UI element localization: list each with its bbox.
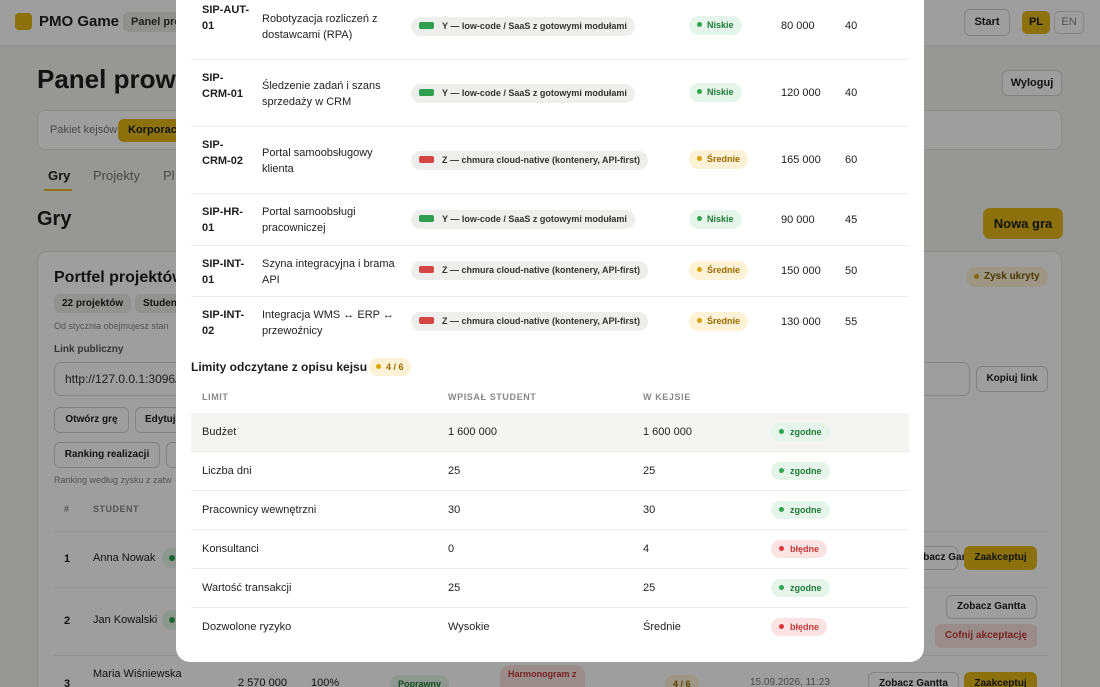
limit-row: Pracownicy wewnętrzni 30 30 zgodne xyxy=(191,491,909,530)
student-value: 1 600 000 xyxy=(448,426,497,438)
system-cost: 90 000 xyxy=(781,214,815,226)
system-cost: 130 000 xyxy=(781,316,821,328)
risk-badge: Niskie xyxy=(689,83,742,102)
limit-name: Budżet xyxy=(202,426,237,438)
status-badge: zgodne xyxy=(771,423,830,441)
status-dot-icon xyxy=(376,364,381,370)
architecture-badge: Y — low-code / SaaS z gotowymi modułami xyxy=(411,17,635,36)
table-row: SIP-INT-01 Szyna integracyjna i brama AP… xyxy=(191,246,909,297)
limit-row: Konsultanci 0 4 błędne xyxy=(191,530,909,569)
limits-title: Limity odczytane z opisu kejsu xyxy=(191,360,368,374)
architecture-badge: Z — chmura cloud-native (kontenery, API-… xyxy=(411,261,649,280)
table-row: SIP-HR-01 Portal samoobsługi pracownicze… xyxy=(191,194,909,246)
student-value: 25 xyxy=(448,582,461,594)
architecture-badge: Y — low-code / SaaS z gotowymi modułami xyxy=(411,210,635,229)
system-description: Portal samoobsługi pracowniczej xyxy=(262,206,356,234)
system-cost: 80 000 xyxy=(781,20,815,32)
architecture-badge: Y — low-code / SaaS z gotowymi modułami xyxy=(411,84,635,103)
status-dot-icon xyxy=(779,624,784,630)
case-value: 25 xyxy=(643,582,656,594)
status-badge: zgodne xyxy=(771,462,830,480)
student-value: Wysokie xyxy=(448,621,490,633)
system-days: 60 xyxy=(845,154,858,166)
system-code: SIP-INT-02 xyxy=(202,309,245,337)
table-row: SIP-INT-02 Integracja WMS ↔ ERP ↔ przewo… xyxy=(191,297,909,349)
student-value: 25 xyxy=(448,465,461,477)
case-details-modal: SIP-AUT-01 Robotyzacja rozliczeń z dosta… xyxy=(176,0,924,662)
risk-badge: Średnie xyxy=(689,150,749,169)
architecture-color-icon xyxy=(419,156,434,164)
status-dot-icon xyxy=(779,429,784,435)
student-column-header: WPISAŁ STUDENT xyxy=(448,392,537,402)
system-code: SIP-CRM-01 xyxy=(202,72,243,100)
system-code: SIP-AUT-01 xyxy=(202,4,250,32)
limit-row: Liczba dni 25 25 zgodne xyxy=(191,452,909,491)
system-cost: 120 000 xyxy=(781,87,821,99)
system-cost: 165 000 xyxy=(781,154,821,166)
case-value: 30 xyxy=(643,504,656,516)
risk-dot-icon xyxy=(697,267,702,273)
architecture-badge: Z — chmura cloud-native (kontenery, API-… xyxy=(411,312,649,331)
limit-row: Budżet 1 600 000 1 600 000 zgodne xyxy=(191,413,909,452)
table-row: SIP-CRM-01 Śledzenie zadań i szans sprze… xyxy=(191,60,909,127)
status-dot-icon xyxy=(779,507,784,513)
student-value: 0 xyxy=(448,543,455,555)
architecture-badge: Z — chmura cloud-native (kontenery, API-… xyxy=(411,151,649,170)
risk-badge: Średnie xyxy=(689,312,749,331)
case-column-header: W KEJSIE xyxy=(643,392,691,402)
system-description: Portal samoobsługowy klienta xyxy=(262,147,373,175)
risk-dot-icon xyxy=(697,156,702,162)
system-description: Integracja WMS ↔ ERP ↔ przewoźnicy xyxy=(262,309,394,337)
system-days: 40 xyxy=(845,87,858,99)
limit-row: Wartość transakcji 25 25 zgodne xyxy=(191,569,909,608)
system-description: Szyna integracyjna i brama API xyxy=(262,258,395,286)
table-row: SIP-AUT-01 Robotyzacja rozliczeń z dosta… xyxy=(191,0,909,60)
risk-dot-icon xyxy=(697,22,702,28)
limit-column-header: LIMIT xyxy=(202,392,229,402)
status-badge: zgodne xyxy=(771,501,830,519)
risk-dot-icon xyxy=(697,216,702,222)
student-value: 30 xyxy=(448,504,461,516)
status-badge: błędne xyxy=(771,618,828,636)
limit-name: Wartość transakcji xyxy=(202,582,292,594)
status-dot-icon xyxy=(779,585,784,591)
system-description: Robotyzacja rozliczeń z dostawcami (RPA) xyxy=(262,13,378,41)
risk-dot-icon xyxy=(697,89,702,95)
status-dot-icon xyxy=(779,546,784,552)
system-days: 50 xyxy=(845,265,858,277)
case-value: 25 xyxy=(643,465,656,477)
limit-name: Pracownicy wewnętrzni xyxy=(202,504,317,516)
limit-name: Konsultanci xyxy=(202,543,259,555)
table-row: SIP-CRM-02 Portal samoobsługowy klienta … xyxy=(191,127,909,194)
system-code: SIP-INT-01 xyxy=(202,258,245,286)
system-cost: 150 000 xyxy=(781,265,821,277)
limit-name: Dozwolone ryzyko xyxy=(202,621,292,633)
status-dot-icon xyxy=(779,468,784,474)
status-badge: błędne xyxy=(771,540,828,558)
architecture-color-icon xyxy=(419,215,434,223)
case-value: 1 600 000 xyxy=(643,426,692,438)
system-days: 55 xyxy=(845,316,858,328)
limits-score-badge: 4 / 6 xyxy=(369,358,411,376)
architecture-color-icon xyxy=(419,22,434,30)
case-value: Średnie xyxy=(643,621,681,633)
limit-name: Liczba dni xyxy=(202,465,252,477)
system-code: SIP-HR-01 xyxy=(202,206,243,234)
architecture-color-icon xyxy=(419,317,434,325)
architecture-color-icon xyxy=(419,89,434,97)
risk-badge: Średnie xyxy=(689,261,749,280)
risk-dot-icon xyxy=(697,318,702,324)
system-code: SIP-CRM-02 xyxy=(202,139,243,167)
case-value: 4 xyxy=(643,543,650,555)
architecture-color-icon xyxy=(419,266,434,274)
system-days: 45 xyxy=(845,214,858,226)
limit-row: Dozwolone ryzyko Wysokie Średnie błędne xyxy=(191,608,909,647)
risk-badge: Niskie xyxy=(689,16,742,35)
risk-badge: Niskie xyxy=(689,210,742,229)
status-badge: zgodne xyxy=(771,579,830,597)
system-description: Śledzenie zadań i szans sprzedaży w CRM xyxy=(262,80,381,108)
system-days: 40 xyxy=(845,20,858,32)
